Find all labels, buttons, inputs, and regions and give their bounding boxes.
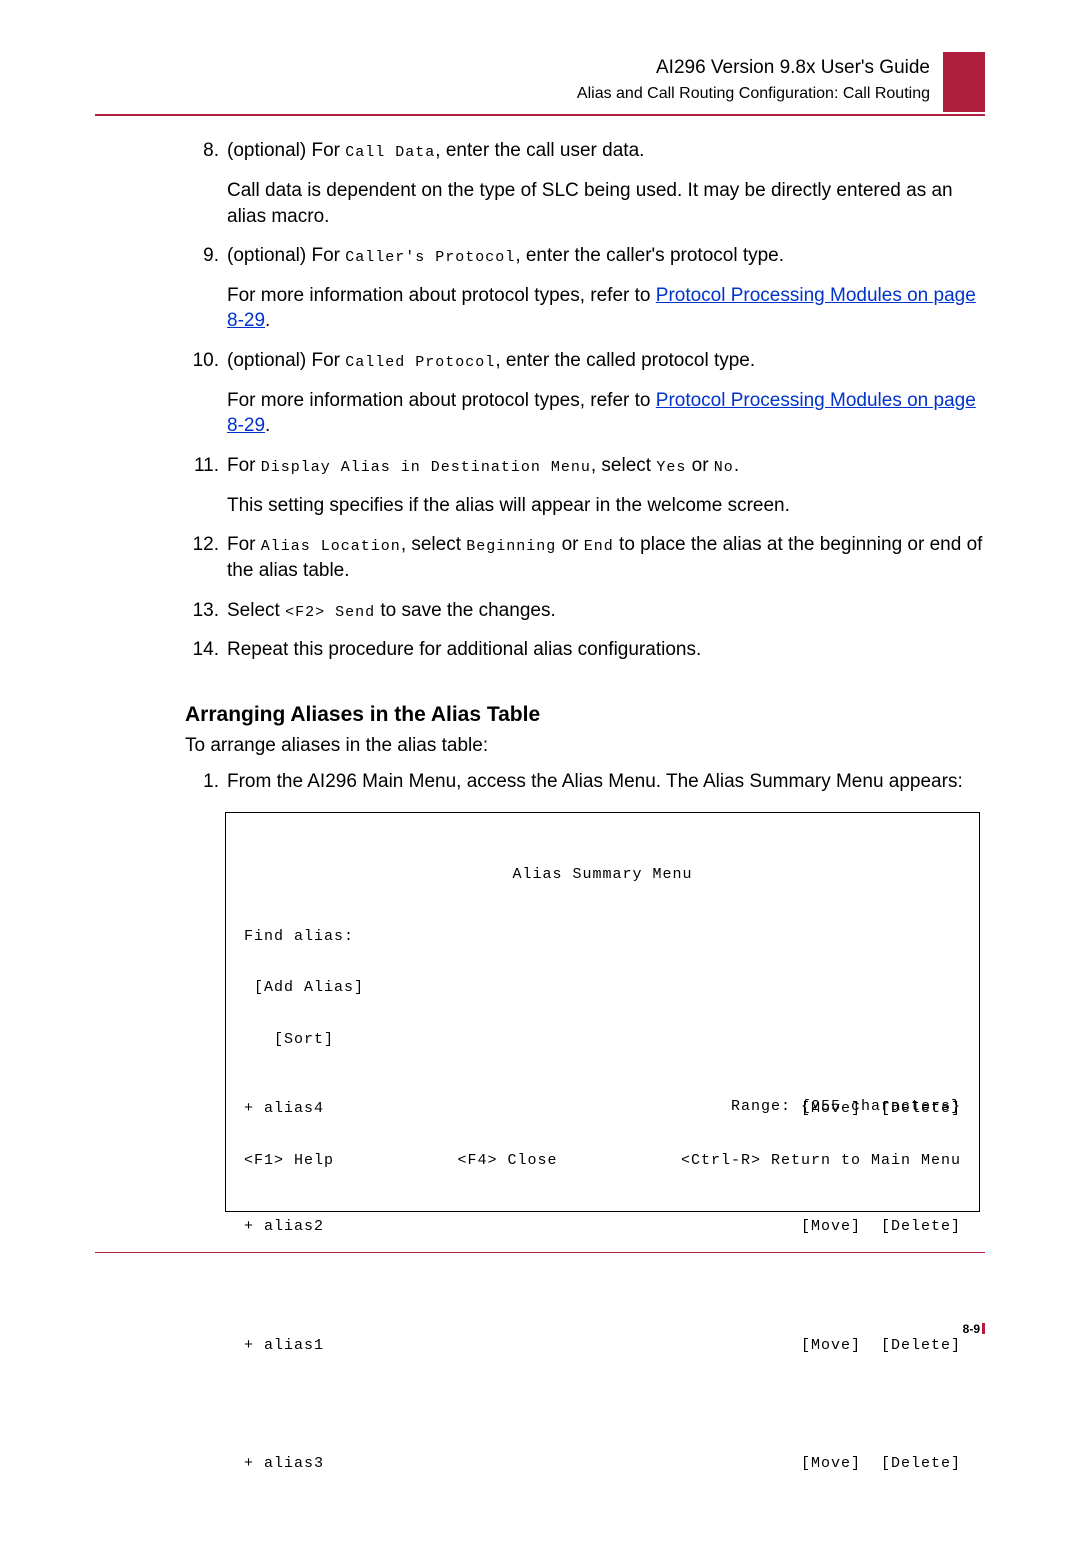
step-number: 8.	[185, 138, 219, 164]
text: or	[686, 455, 713, 476]
terminal-screen: Alias Summary Menu Find alias: [Add Alia…	[225, 812, 980, 1212]
text: Select	[227, 600, 285, 621]
step-8: 8. (optional) For Call Data, enter the c…	[185, 138, 985, 229]
alias-row: + alias3 [Move] [Delete]	[244, 1455, 961, 1472]
step-number: 1.	[185, 769, 219, 795]
terminal-f4-close: <F4> Close	[457, 1152, 557, 1169]
step-13-line: Select <F2> Send to save the changes.	[227, 598, 985, 624]
step-number: 10.	[185, 348, 219, 374]
step-12-line: For Alias Location, select Beginning or …	[227, 532, 985, 583]
text: or	[556, 534, 583, 555]
text: .	[265, 415, 270, 436]
terminal-add-alias: [Add Alias]	[244, 979, 961, 996]
step-number: 11.	[185, 453, 219, 479]
step-11-extra: This setting specifies if the alias will…	[227, 493, 985, 519]
terminal-title: Alias Summary Menu	[244, 866, 961, 883]
code-display-alias: Display Alias in Destination Menu	[261, 459, 591, 476]
section-heading: Arranging Aliases in the Alias Table	[185, 701, 985, 729]
step-8-line: (optional) For Call Data, enter the call…	[227, 138, 985, 164]
step-8-extra: Call data is dependent on the type of SL…	[227, 178, 985, 229]
alias-actions: [Move] [Delete]	[801, 1455, 961, 1472]
terminal-sort: [Sort]	[244, 1031, 961, 1048]
text: (optional) For	[227, 350, 345, 371]
text: , enter the call user data.	[435, 140, 644, 161]
terminal-ctrl-r-return: <Ctrl-R> Return to Main Menu	[681, 1152, 961, 1169]
step-12: 12. For Alias Location, select Beginning…	[185, 532, 985, 583]
code-call-data: Call Data	[345, 144, 435, 161]
text: For more information about protocol type…	[227, 285, 656, 306]
section-intro: To arrange aliases in the alias table:	[185, 733, 985, 759]
text: For	[227, 534, 261, 555]
text: For more information about protocol type…	[227, 390, 656, 411]
step-9-extra: For more information about protocol type…	[227, 283, 985, 334]
alias-name: + alias1	[244, 1337, 324, 1354]
text: For	[227, 455, 261, 476]
code-called-protocol: Called Protocol	[345, 354, 495, 371]
text: , select	[591, 455, 656, 476]
step-9-line: (optional) For Caller's Protocol, enter …	[227, 243, 985, 269]
code-callers-protocol: Caller's Protocol	[345, 249, 515, 266]
text: .	[734, 455, 739, 476]
code-end: End	[584, 538, 614, 555]
terminal-range: Range: {255 characters}	[244, 1098, 961, 1115]
alias-actions: [Move] [Delete]	[801, 1337, 961, 1354]
step-number: 9.	[185, 243, 219, 269]
alias-row: + alias1 [Move] [Delete]	[244, 1337, 961, 1354]
content-area: 8. (optional) For Call Data, enter the c…	[0, 116, 1080, 1212]
text: , select	[401, 534, 466, 555]
code-no: No	[714, 459, 734, 476]
step-11-line: For Display Alias in Destination Menu, s…	[227, 453, 985, 479]
step-10-line: (optional) For Called Protocol, enter th…	[227, 348, 985, 374]
arrange-step-1: 1. From the AI296 Main Menu, access the …	[185, 769, 985, 795]
terminal-f1-help: <F1> Help	[244, 1152, 334, 1169]
step-13: 13. Select <F2> Send to save the changes…	[185, 598, 985, 624]
text: to save the changes.	[375, 600, 556, 621]
alias-name: + alias2	[244, 1218, 324, 1235]
text: .	[265, 310, 270, 331]
terminal-find-alias: Find alias:	[244, 928, 961, 945]
text: , enter the caller's protocol type.	[515, 245, 784, 266]
step-11: 11. For Display Alias in Destination Men…	[185, 453, 985, 518]
step-number: 12.	[185, 532, 219, 558]
alias-row: + alias2 [Move] [Delete]	[244, 1218, 961, 1235]
alias-actions: [Move] [Delete]	[801, 1218, 961, 1235]
arrange-step-1-text: From the AI296 Main Menu, access the Ali…	[227, 769, 985, 795]
page-number-text: 8-9	[963, 1322, 980, 1336]
header-title: AI296 Version 9.8x User's Guide	[0, 55, 930, 81]
step-10: 10. (optional) For Called Protocol, ente…	[185, 348, 985, 439]
step-14: 14. Repeat this procedure for additional…	[185, 637, 985, 663]
code-f2-send: <F2> Send	[285, 604, 375, 621]
text: (optional) For	[227, 245, 345, 266]
alias-name: + alias3	[244, 1455, 324, 1472]
header-subtitle: Alias and Call Routing Configuration: Ca…	[0, 83, 930, 105]
text: , enter the called protocol type.	[495, 350, 755, 371]
page-number: 8-9	[963, 1321, 985, 1337]
page-number-bar-icon	[982, 1323, 985, 1334]
step-10-extra: For more information about protocol type…	[227, 388, 985, 439]
page-header: AI296 Version 9.8x User's Guide Alias an…	[0, 0, 1080, 104]
step-14-line: Repeat this procedure for additional ali…	[227, 637, 985, 663]
code-beginning: Beginning	[466, 538, 556, 555]
step-9: 9. (optional) For Caller's Protocol, ent…	[185, 243, 985, 334]
code-yes: Yes	[656, 459, 686, 476]
code-alias-location: Alias Location	[261, 538, 401, 555]
step-number: 13.	[185, 598, 219, 624]
text: (optional) For	[227, 140, 345, 161]
step-number: 14.	[185, 637, 219, 663]
